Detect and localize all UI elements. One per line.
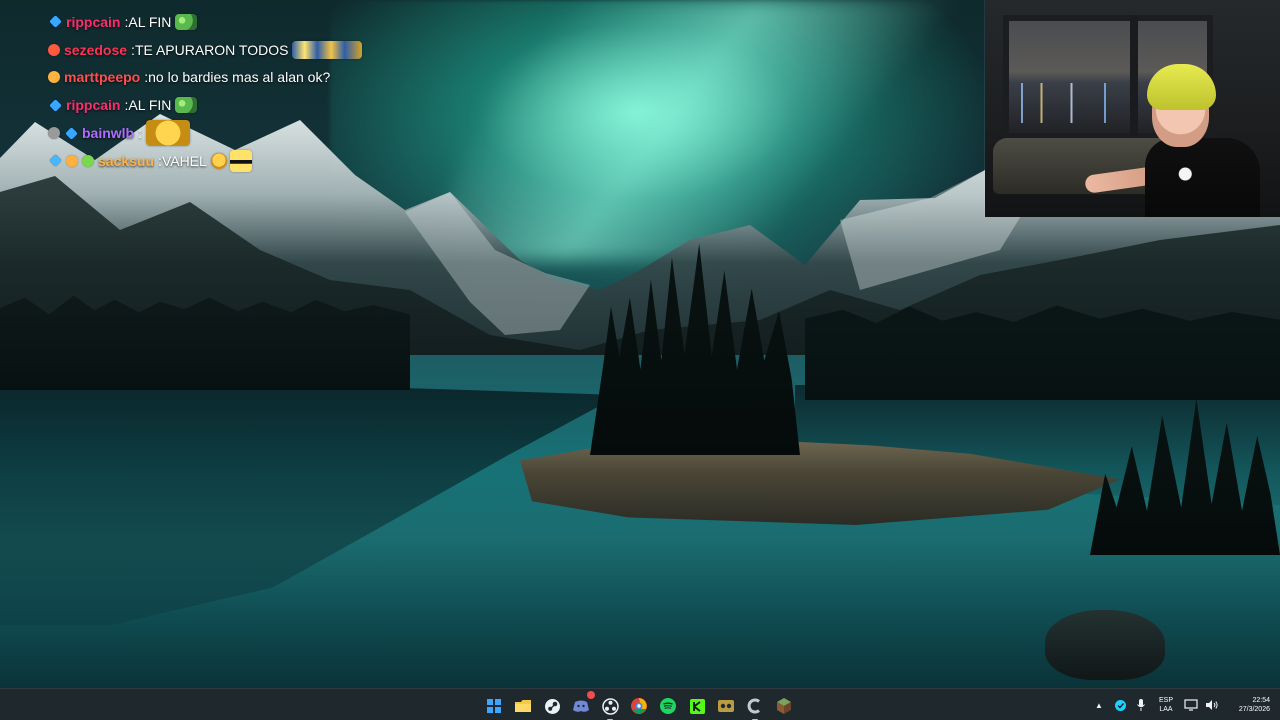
minecraft-button[interactable] xyxy=(772,694,796,718)
windows-start-icon xyxy=(487,699,501,713)
chat-username: rippcain xyxy=(66,97,121,114)
steam-button[interactable] xyxy=(540,694,564,718)
chat-badge-icon xyxy=(48,43,60,56)
chat-message-text: VAHEL xyxy=(161,152,207,169)
spotify-icon xyxy=(660,698,676,714)
system-tray: ▲ ESP LAA 22:54 27/3/2026 xyxy=(1092,689,1280,720)
chat-badge-icon xyxy=(65,126,78,140)
chat-badge-icon xyxy=(66,154,78,167)
windows-start-button[interactable] xyxy=(482,694,506,718)
window-frame-divider xyxy=(1130,15,1138,139)
active-app-button[interactable] xyxy=(743,694,767,720)
clock-date: 27/3/2026 xyxy=(1238,706,1270,713)
chat-message-1: rippcain : AL FIN xyxy=(48,8,378,36)
frog-emote xyxy=(175,13,198,30)
taskbar-clock[interactable]: 22:54 27/3/2026 xyxy=(1226,696,1270,714)
app-icon xyxy=(718,700,734,712)
windows-taskbar: ▲ ESP LAA 22:54 27/3/2026 xyxy=(0,688,1280,720)
display-icon-graphic xyxy=(1184,699,1198,711)
taskbar-apps xyxy=(482,691,796,720)
steam-icon xyxy=(544,698,560,714)
obs-button[interactable] xyxy=(598,694,622,720)
desktop: rippcain : AL FIN sezedose : TE APURARON… xyxy=(0,0,1280,720)
chat-message-2: sezedose : TE APURARON TODOS xyxy=(48,36,378,64)
obs-icon xyxy=(601,697,619,715)
chat-badge-icon xyxy=(48,127,60,140)
microphone-icon-graphic xyxy=(1137,699,1145,711)
language-code: ESP xyxy=(1158,697,1173,704)
glasses-emote xyxy=(229,149,252,172)
webcam-overlay xyxy=(985,0,1280,217)
keyboard-language-indicator[interactable]: ESP LAA xyxy=(1155,696,1177,714)
foreground-rock xyxy=(1045,610,1165,680)
display-icon[interactable] xyxy=(1184,698,1198,712)
chat-badge-icon xyxy=(49,98,62,112)
microphone-icon[interactable] xyxy=(1134,698,1148,712)
chat-separator: : xyxy=(138,125,143,142)
chat-overlay: rippcain : AL FIN sezedose : TE APURARON… xyxy=(48,8,378,175)
volume-icon[interactable] xyxy=(1205,698,1219,712)
chat-username: rippcain xyxy=(66,13,121,30)
chat-username: bainwlb xyxy=(82,125,135,142)
chat-username: sezedose xyxy=(64,41,128,58)
file-explorer-icon xyxy=(515,700,531,712)
chat-message-text: no lo bardies mas al alan ok? xyxy=(148,69,331,86)
keyboard-layout-code: LAA xyxy=(1159,706,1173,713)
frog-emote xyxy=(175,97,198,114)
network-app-icon[interactable] xyxy=(1113,698,1127,712)
chat-username: sacksuu xyxy=(98,152,155,169)
chat-badge-icon xyxy=(82,154,94,167)
cars-emote xyxy=(292,40,363,59)
app-button[interactable] xyxy=(714,694,738,718)
volume-icon-graphic xyxy=(1206,700,1218,710)
streamer-shirt xyxy=(1145,138,1260,217)
discord-icon xyxy=(573,700,589,712)
kick-icon xyxy=(689,698,705,714)
network-app-icon-graphic xyxy=(1114,699,1126,711)
chrome-icon xyxy=(631,698,647,714)
chat-message-text: AL FIN xyxy=(128,97,172,114)
chat-message-text: TE APURARON TODOS xyxy=(134,41,289,58)
file-explorer-button[interactable] xyxy=(511,694,535,718)
show-hidden-icons-chevron-icon[interactable]: ▲ xyxy=(1092,698,1106,712)
mouth-emote xyxy=(146,120,191,147)
minecraft-icon xyxy=(777,698,791,714)
chat-message-5: bainwlb : xyxy=(48,119,378,147)
spotify-button[interactable] xyxy=(656,694,680,718)
chat-message-4: rippcain : AL FIN xyxy=(48,91,378,119)
chat-message-3: marttpeepo : no lo bardies mas al alan o… xyxy=(48,64,378,92)
chat-badge-icon xyxy=(48,71,60,84)
clock-time: 22:54 xyxy=(1252,697,1270,704)
chat-badge-icon xyxy=(49,154,62,168)
chat-username: marttpeepo xyxy=(64,69,141,86)
chat-badge-icon xyxy=(49,15,62,29)
discord-notification-badge xyxy=(587,691,595,699)
kick-button[interactable] xyxy=(685,694,709,718)
chat-message-6: sacksuu : VAHEL xyxy=(48,147,378,175)
discord-button[interactable] xyxy=(569,691,595,718)
chrome-button[interactable] xyxy=(627,694,651,718)
chat-message-text: AL FIN xyxy=(128,13,172,30)
fist-emote xyxy=(210,152,227,169)
active-app-icon xyxy=(747,698,760,714)
